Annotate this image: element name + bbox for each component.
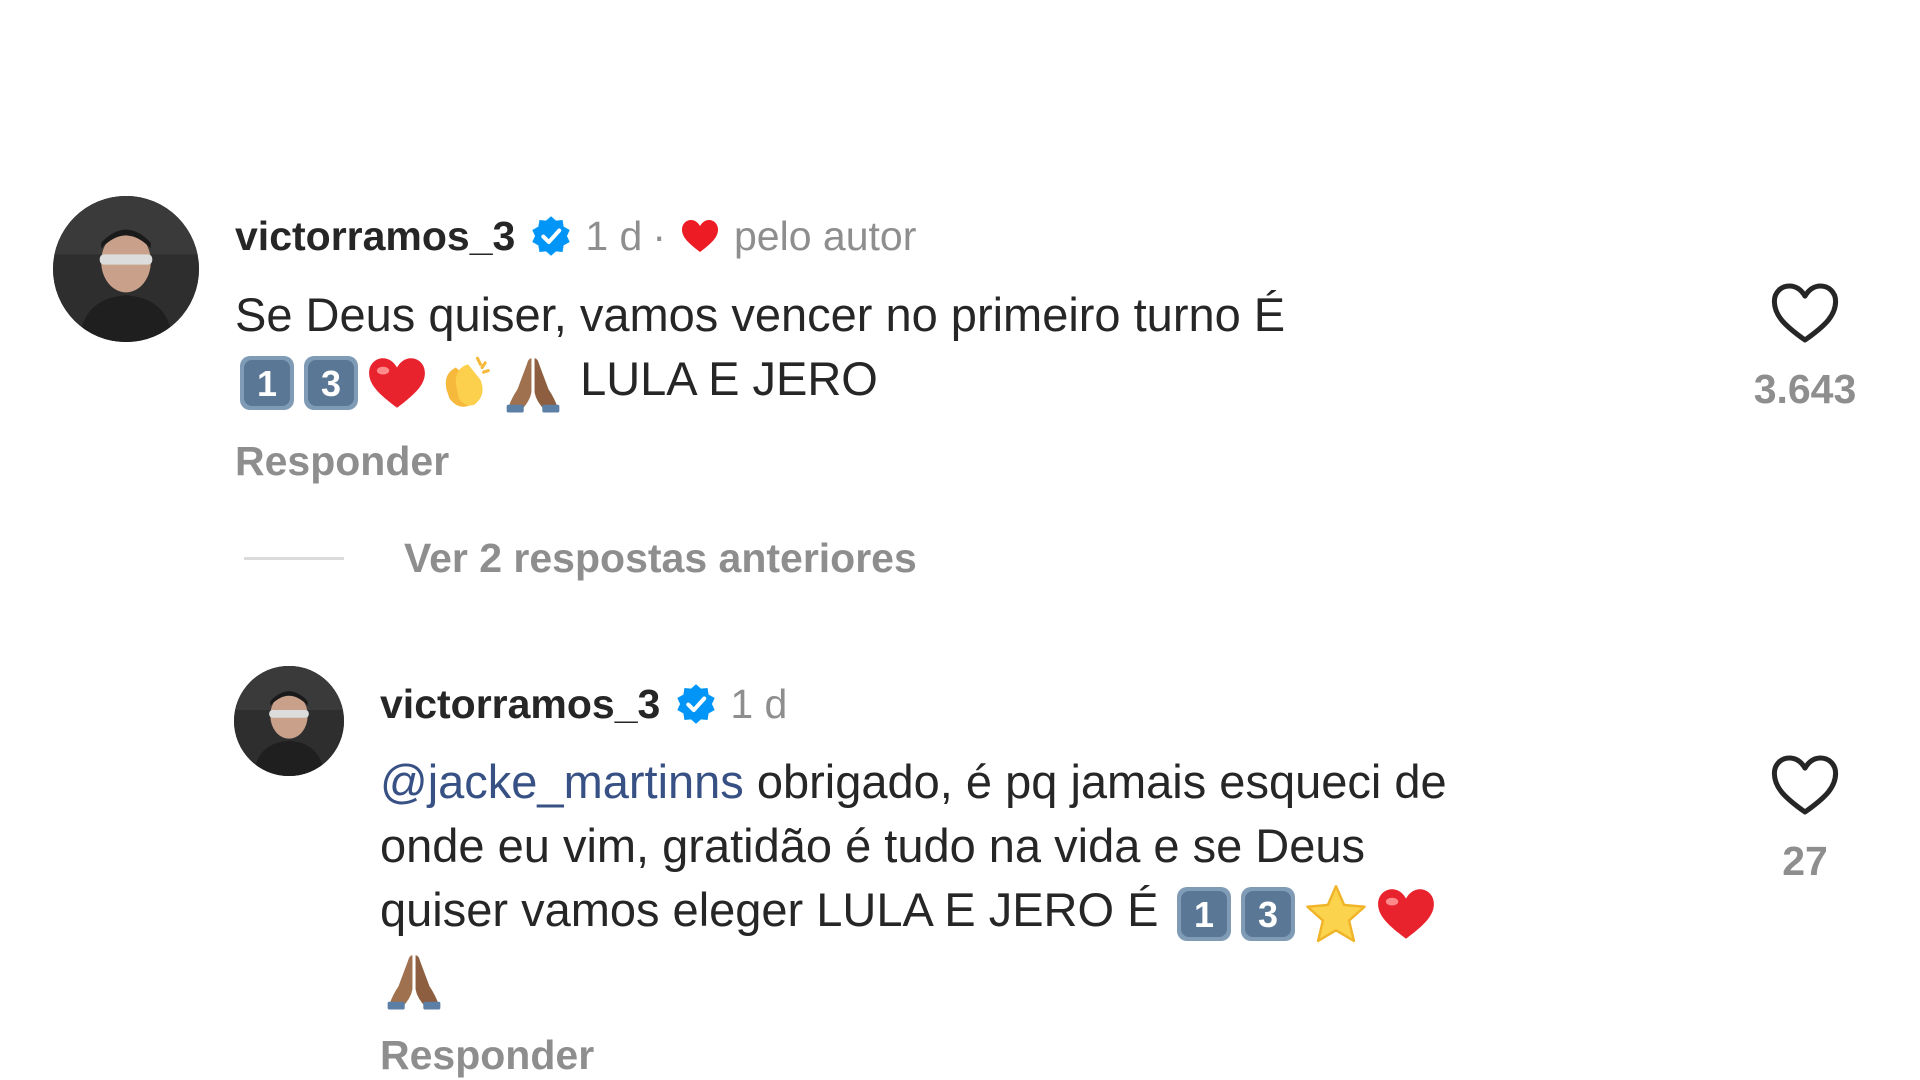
keycap-3-icon: 3 [1239,885,1297,943]
comment-header: victorramos_3 1 d · pelo autor [235,212,916,260]
view-previous-replies[interactable]: Ver 2 respostas anteriores [244,535,917,582]
reply-text-line: quiser vamos eleger LULA E JERO É 1 3 [380,878,1710,945]
folded-hands-icon [383,949,445,1011]
svg-text:3: 3 [321,363,341,404]
avatar-photo [53,196,199,342]
reply-text: @jacke_martinns obrigado, é pq jamais es… [380,750,1710,1011]
avatar-photo [234,666,344,776]
like-column: 27 [1730,752,1880,885]
red-heart-icon [366,354,428,412]
like-heart-icon[interactable] [1769,752,1841,818]
keycap-1-icon: 1 [238,354,296,412]
like-column: 3.643 [1730,280,1880,413]
reply-header: victorramos_3 1 d [380,680,787,728]
reply-text-rest: obrigado, é pq jamais esqueci de [756,755,1447,808]
verified-badge-icon [529,214,573,258]
keycap-1-icon: 1 [1175,885,1233,943]
comment-text-line: Se Deus quiser, vamos vencer no primeiro… [235,288,1286,341]
username-link[interactable]: victorramos_3 [380,680,660,728]
folded-hands-icon [502,352,564,414]
view-replies-label[interactable]: Ver 2 respostas anteriores [404,535,917,582]
reply-text-line: @jacke_martinns obrigado, é pq jamais es… [380,750,1710,814]
like-heart-icon[interactable] [1769,280,1841,346]
liked-by-author-heart-icon [680,218,720,254]
mention-link[interactable]: @jacke_martinns [380,755,744,808]
reply-button[interactable]: Responder [380,1032,594,1079]
separator-dot: · [652,213,666,259]
liked-by-author-label: pelo autor [733,213,917,259]
comment-text-tail: LULA E JERO [580,352,878,405]
svg-text:1: 1 [1194,894,1214,935]
reply-text-segment: quiser vamos eleger LULA E JERO É [380,883,1159,936]
reply-button[interactable]: Responder [235,438,449,485]
comment-text: Se Deus quiser, vamos vencer no primeiro… [235,283,1685,414]
verified-badge-icon [674,682,718,726]
username-link[interactable]: victorramos_3 [235,212,515,260]
red-heart-icon [1375,885,1437,943]
keycap-3-icon: 3 [302,354,360,412]
svg-text:1: 1 [257,363,277,404]
comment-time: 1 d [585,213,643,259]
like-count: 27 [1782,838,1828,884]
divider-line [244,557,344,560]
star-icon [1303,883,1369,945]
reply-text-line: onde eu vim, gratidão é tudo na vida e s… [380,819,1366,872]
svg-text:3: 3 [1258,894,1278,935]
comment-text-line: 1 3 LULA E JERO [235,347,1685,414]
clapping-hands-icon [434,352,496,414]
avatar[interactable] [53,196,199,342]
reply-text-line [380,945,1710,1012]
like-count: 3.643 [1753,366,1857,412]
reply-avatar[interactable] [234,666,344,776]
reply-time: 1 d [730,681,788,727]
